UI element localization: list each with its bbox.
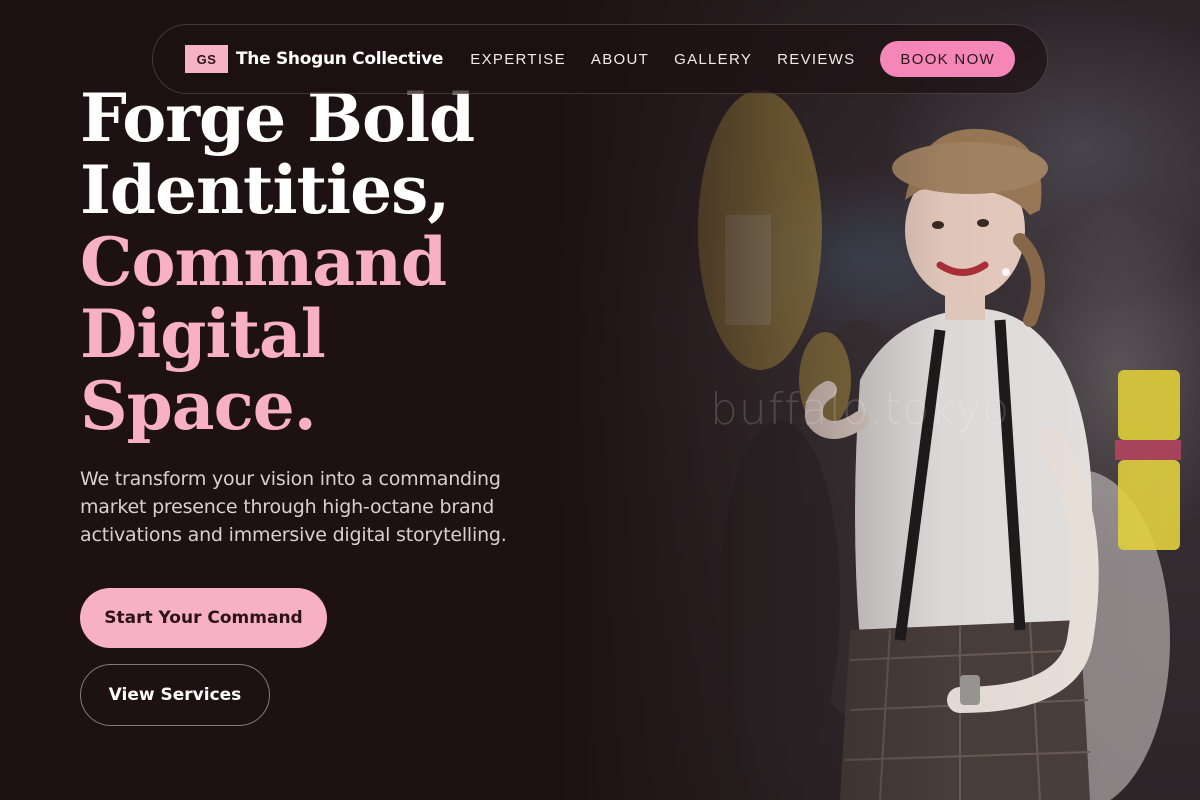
top-navbar: GS The Shogun Collective EXPERTISE ABOUT… xyxy=(152,24,1048,94)
nav-link-expertise[interactable]: EXPERTISE xyxy=(470,51,566,68)
nav-link-about[interactable]: ABOUT xyxy=(591,51,649,68)
hero-title: Forge Bold Identities, Command Digital S… xyxy=(80,82,475,445)
hero-photo: buffalo.tokyo xyxy=(560,0,1200,800)
hero-title-accent-line: Space. xyxy=(80,367,317,445)
hero-title-accent-line: Digital xyxy=(80,295,326,373)
view-services-button[interactable]: View Services xyxy=(80,664,270,726)
hero-title-accent-line: Command xyxy=(80,223,447,301)
hero-title-line: Identities, xyxy=(80,151,450,229)
book-now-button[interactable]: BOOK NOW xyxy=(880,41,1015,77)
brand-badge: GS xyxy=(185,45,228,73)
nav-links: EXPERTISE ABOUT GALLERY REVIEWS BOOK NOW xyxy=(470,41,1015,77)
hero-description: We transform your vision into a commandi… xyxy=(80,468,507,546)
brand-name: The Shogun Collective xyxy=(236,49,444,69)
photo-watermark: buffalo.tokyo xyxy=(710,384,1011,435)
brand-logo[interactable]: GS The Shogun Collective xyxy=(185,45,443,73)
nav-link-gallery[interactable]: GALLERY xyxy=(674,51,752,68)
nav-link-reviews[interactable]: REVIEWS xyxy=(777,51,855,68)
start-your-command-button[interactable]: Start Your Command xyxy=(80,588,327,648)
